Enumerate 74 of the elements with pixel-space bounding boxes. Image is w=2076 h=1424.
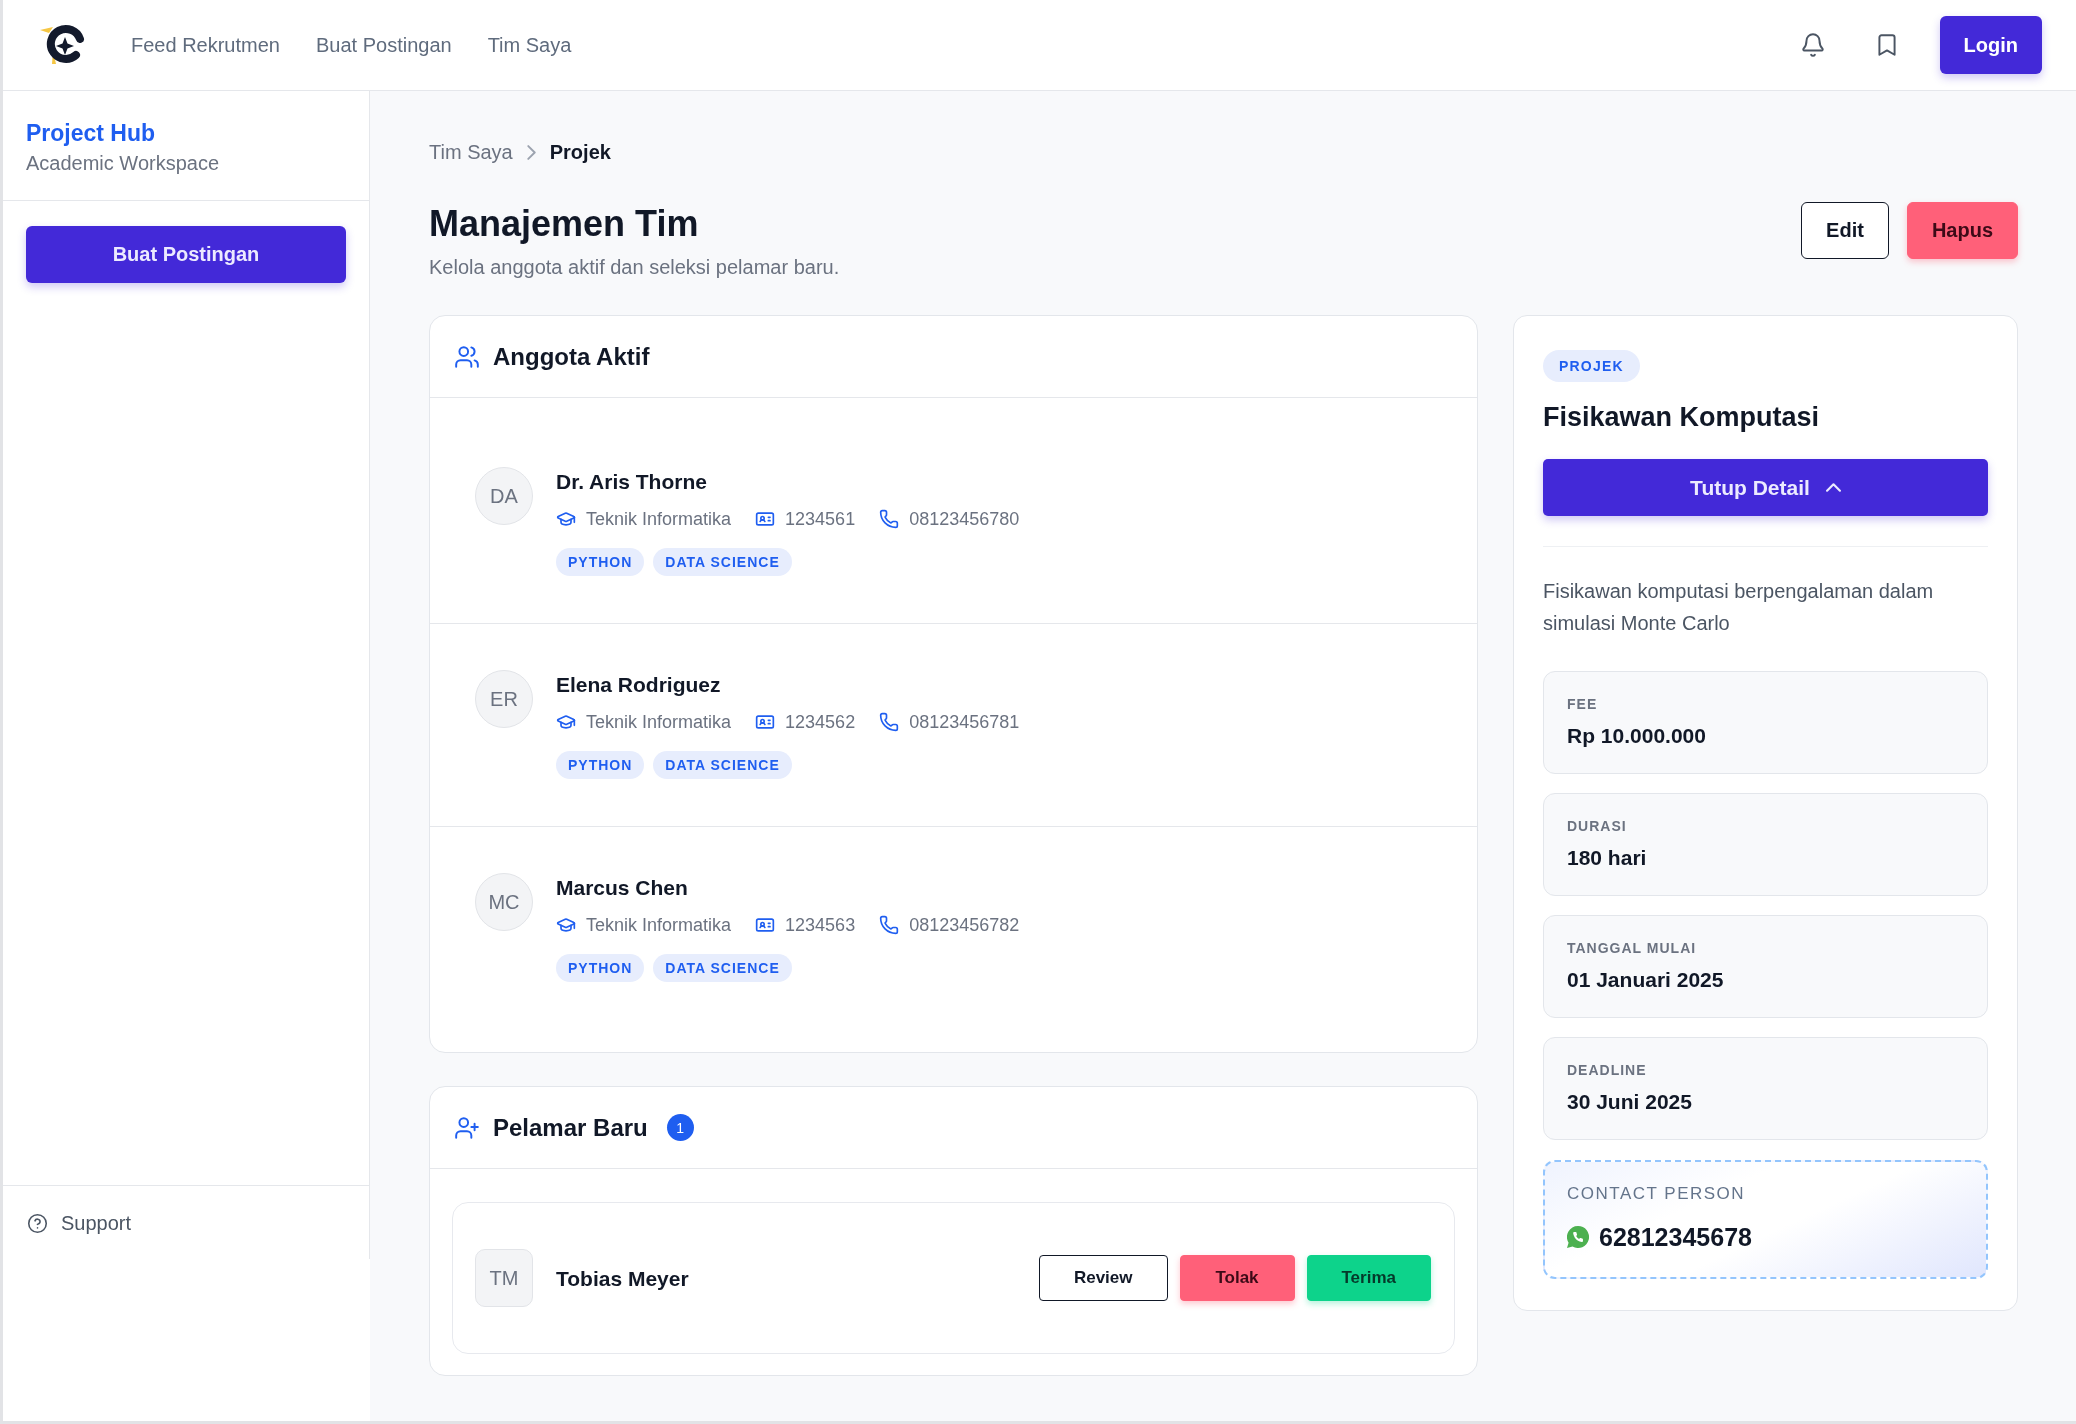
nav-link[interactable]: Tim Saya — [487, 33, 572, 57]
id-card-icon — [755, 509, 776, 529]
initials-avatar: DA — [475, 467, 533, 525]
chevron-right-icon — [526, 144, 536, 160]
skill-tag: PYTHON — [556, 548, 645, 576]
bell-icon[interactable] — [1799, 32, 1826, 58]
member-name: Elena Rodriguez — [556, 672, 722, 697]
count-badge: 1 — [666, 1114, 694, 1141]
phone-bubble-icon — [1567, 1226, 1589, 1248]
toggle-detail-button[interactable]: Tutup Detail — [1543, 459, 1988, 516]
section-title: Anggota Aktif — [493, 342, 650, 371]
member-name: Marcus Chen — [556, 875, 689, 900]
detail-value: Rp 10.000.000 — [1567, 723, 1707, 748]
reject-button[interactable]: Tolak — [1179, 1255, 1295, 1301]
department-text: Teknik Informatika — [586, 914, 732, 936]
phone-number-text: 08123456781 — [909, 711, 1020, 733]
detail-value: 01 Januari 2025 — [1567, 967, 1725, 992]
accept-button[interactable]: Terima — [1306, 1255, 1431, 1301]
page-title: Manajemen Tim — [429, 202, 700, 245]
skill-tag: PYTHON — [556, 751, 645, 779]
page-subtitle: Kelola anggota aktif dan seleksi pelamar baru. — [429, 255, 840, 279]
delete-button[interactable]: Hapus — [1906, 202, 2018, 259]
skill-tag: PYTHON — [556, 954, 645, 982]
chevron-up-icon — [1825, 483, 1841, 492]
phone-number-text: 08123456782 — [909, 914, 1020, 936]
project-description: Fisikawan komputasi berpengalaman dalam simulasi Monte Carlo — [1543, 579, 1935, 636]
department-text: Teknik Informatika — [586, 508, 732, 530]
phone-number-text: 08123456780 — [909, 508, 1020, 530]
edit-button[interactable]: Edit — [1801, 202, 1889, 259]
phone-icon — [879, 712, 900, 732]
contact-label: CONTACT PERSON — [1567, 1184, 1747, 1204]
id-card-icon — [755, 712, 776, 732]
applicant-name: Tobias Meyer — [556, 1265, 689, 1291]
initials-avatar: TM — [475, 1249, 533, 1307]
breadcrumb-link[interactable]: Tim Saya — [429, 140, 513, 164]
workspace-title: Project Hub — [26, 119, 157, 147]
graduation-cap-icon — [556, 915, 576, 935]
support-link[interactable]: Support — [61, 1211, 132, 1235]
skill-tag: DATA SCIENCE — [653, 548, 792, 576]
help-icon[interactable] — [27, 1212, 48, 1234]
workspace-subtitle: Academic Workspace — [26, 151, 221, 175]
breadcrumb-link[interactable]: Projek — [549, 140, 611, 164]
student-id-text: 1234563 — [785, 914, 856, 936]
nav-link[interactable]: Feed Rekrutmen — [131, 33, 280, 57]
login-button[interactable]: Login — [1939, 16, 2042, 74]
detail-label: DURASI — [1567, 817, 1628, 835]
skill-tag: DATA SCIENCE — [653, 954, 792, 982]
contact-phone: 62812345678 — [1599, 1222, 1752, 1252]
phone-icon — [879, 915, 900, 935]
detail-value: 180 hari — [1567, 845, 1648, 870]
detail-value: 30 Juni 2025 — [1567, 1089, 1693, 1114]
section-title: Pelamar Baru — [493, 1113, 648, 1142]
user-plus-icon — [454, 1114, 480, 1141]
app-logo[interactable] — [40, 24, 86, 66]
id-card-icon — [755, 915, 776, 935]
initials-avatar: MC — [475, 873, 533, 931]
review-button[interactable]: Review — [1038, 1255, 1168, 1301]
category-tag: PROJEK — [1543, 350, 1640, 382]
project-title: Fisikawan Komputasi — [1543, 401, 1821, 434]
skill-tag: DATA SCIENCE — [653, 751, 792, 779]
initials-avatar: ER — [475, 670, 533, 728]
department-text: Teknik Informatika — [586, 711, 732, 733]
member-name: Dr. Aris Thorne — [556, 469, 708, 494]
student-id-text: 1234561 — [785, 508, 856, 530]
users-icon — [454, 343, 480, 370]
detail-label: FEE — [1567, 695, 1599, 713]
graduation-cap-icon — [556, 712, 576, 732]
graduation-cap-icon — [556, 509, 576, 529]
phone-icon — [879, 509, 900, 529]
create-post-button[interactable]: Buat Postingan — [26, 226, 346, 283]
student-id-text: 1234562 — [785, 711, 856, 733]
nav-link[interactable]: Buat Postingan — [315, 33, 452, 57]
detail-label: TANGGAL MULAI — [1567, 939, 1698, 957]
detail-label: DEADLINE — [1567, 1061, 1648, 1079]
